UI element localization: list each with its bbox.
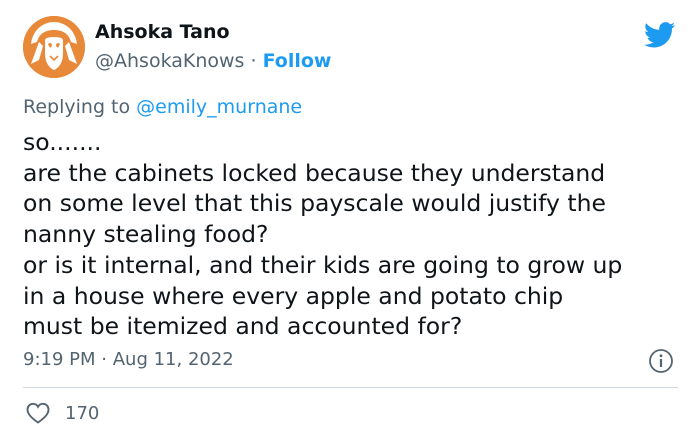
- heart-icon: [26, 402, 50, 424]
- tweet-timestamp[interactable]: 9:19 PM · Aug 11, 2022: [23, 349, 234, 370]
- ahsoka-avatar-icon: [23, 16, 85, 78]
- tweet-line: nanny stealing food?: [23, 220, 269, 249]
- tweet-body: so....... are the cabinets locked becaus…: [23, 127, 688, 342]
- tweet-line: so.......: [23, 128, 102, 156]
- timestamp-separator: ·: [101, 349, 107, 370]
- tweet-line: in a house where every apple and potato …: [23, 281, 564, 310]
- twitter-bird-icon[interactable]: [644, 22, 676, 48]
- like-count: 170: [65, 402, 100, 424]
- tweet-line: or is it internal, and their kids are go…: [23, 250, 623, 279]
- like-button[interactable]: 170: [26, 400, 99, 426]
- follow-button[interactable]: Follow: [263, 50, 332, 72]
- info-icon[interactable]: [648, 348, 674, 374]
- tweet-line: are the cabinets locked because they und…: [23, 158, 606, 187]
- author-handle-row: @AhsokaKnows · Follow: [95, 50, 332, 72]
- tweet-date: Aug 11, 2022: [112, 349, 234, 370]
- reply-context: Replying to @emily_murnane: [23, 96, 302, 118]
- handle-separator: ·: [250, 50, 257, 72]
- author-display-name[interactable]: Ahsoka Tano: [95, 21, 230, 43]
- author-handle[interactable]: @AhsokaKnows: [95, 50, 244, 72]
- reply-mention-link[interactable]: @emily_murnane: [136, 96, 302, 118]
- tweet-line: on some level that this payscale would j…: [23, 189, 606, 218]
- tweet-time: 9:19 PM: [23, 349, 96, 370]
- avatar[interactable]: [23, 16, 85, 78]
- divider: [23, 387, 678, 388]
- tweet-line: must be itemized and accounted for?: [23, 312, 463, 341]
- reply-prefix: Replying to: [23, 96, 131, 118]
